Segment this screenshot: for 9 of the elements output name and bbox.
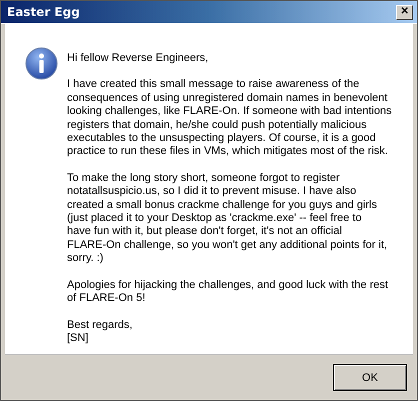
ok-button[interactable]: OK [333,364,407,391]
message-paragraph: I have created this small message to raise awareness of the consequences of using unregistered domain names in benevolent looking challenges, like FLARE-On. If someone with bad intentions registers that domain, he/she could push potentially malicious executables to the unsuspecting players. Of course, it is a good practice to run these files in VMs, which mitigates most of the risk. [67,78,392,159]
close-button[interactable]: ✕ [396,4,413,20]
info-icon [25,47,58,80]
message-paragraph: Hi fellow Reverse Engineers, [67,52,210,66]
message-paragraph: To make the long story short, someone forgot to register notatallsuspicio.us, so I did it to prevent misuse. I have also created a small bonus crackme challenge for you guys and girls (just placed it to your Desktop as 'crackme.exe' -- feel free to have fun with it, but please don't forget, it's not an official FLARE-On challenge, so you won't get any additional points for it, sorry. :) [67,172,388,266]
window-title: Easter Egg [7,5,80,19]
message-paragraph: Best regards, [SN] [67,318,134,346]
message-paragraph: Apologies for hijacking the challenges, and good luck with the rest of FLARE-On 5! [67,278,390,306]
